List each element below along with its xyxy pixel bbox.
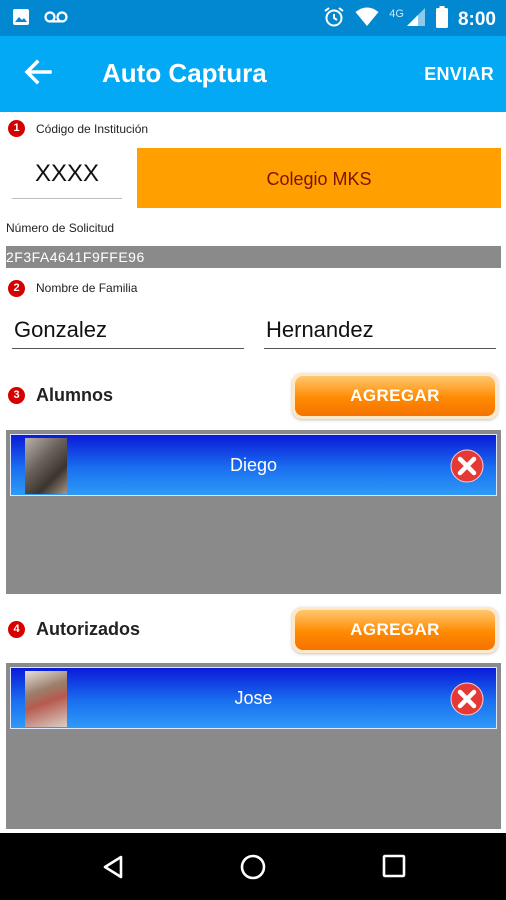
page-title: Auto Captura <box>102 58 267 88</box>
voicemail-icon <box>44 10 68 29</box>
wifi-icon <box>355 7 379 32</box>
institution-code-label: Código de Institución <box>36 122 149 136</box>
add-student-button[interactable]: AGREGAR <box>292 373 498 419</box>
step-2-badge: 2 <box>8 280 25 297</box>
battery-icon <box>435 6 448 33</box>
remove-icon[interactable] <box>450 449 484 483</box>
request-number-label: Número de Solicitud <box>6 221 115 235</box>
status-bar: 4G 8:00 <box>0 0 506 36</box>
first-surname-field[interactable]: Gonzalez <box>12 312 244 349</box>
student-name: Diego <box>229 455 278 475</box>
clock: 8:00 <box>457 8 496 30</box>
remove-icon[interactable] <box>450 682 484 716</box>
step-1-badge: 1 <box>8 120 25 137</box>
list-item[interactable]: Diego <box>10 434 497 496</box>
app-bar: Auto Captura ENVIAR <box>0 36 506 112</box>
students-label: Alumnos <box>36 385 114 405</box>
home-nav-icon[interactable] <box>240 854 266 885</box>
network-type: 4G <box>389 7 404 20</box>
authorized-list: Jose <box>6 663 501 829</box>
second-surname-field[interactable]: Hernandez <box>264 312 496 349</box>
image-icon <box>12 8 30 31</box>
family-name-label: Nombre de Familia <box>36 281 138 295</box>
add-authorized-button-label: AGREGAR <box>295 610 495 650</box>
alarm-icon <box>323 6 345 33</box>
authorized-name: Jose <box>234 688 273 708</box>
back-nav-icon[interactable] <box>100 854 126 885</box>
add-student-button-label: AGREGAR <box>295 376 495 416</box>
step-3-badge: 3 <box>8 387 25 404</box>
send-button[interactable]: ENVIAR <box>424 64 494 85</box>
signal-icon <box>406 7 426 32</box>
step-4-badge: 4 <box>8 621 25 638</box>
back-arrow-icon[interactable] <box>22 56 54 88</box>
authorized-label: Autorizados <box>36 619 141 639</box>
request-number-value: 2F3FA4641F9FFE96 <box>6 246 501 268</box>
institution-name: Colegio MKS <box>137 148 501 208</box>
recents-nav-icon[interactable] <box>382 854 406 883</box>
students-list: Diego <box>6 430 501 594</box>
list-item[interactable]: Jose <box>10 667 497 729</box>
add-authorized-button[interactable]: AGREGAR <box>292 607 498 653</box>
institution-code-field[interactable]: XXXX <box>12 150 122 199</box>
navigation-bar <box>0 833 506 900</box>
